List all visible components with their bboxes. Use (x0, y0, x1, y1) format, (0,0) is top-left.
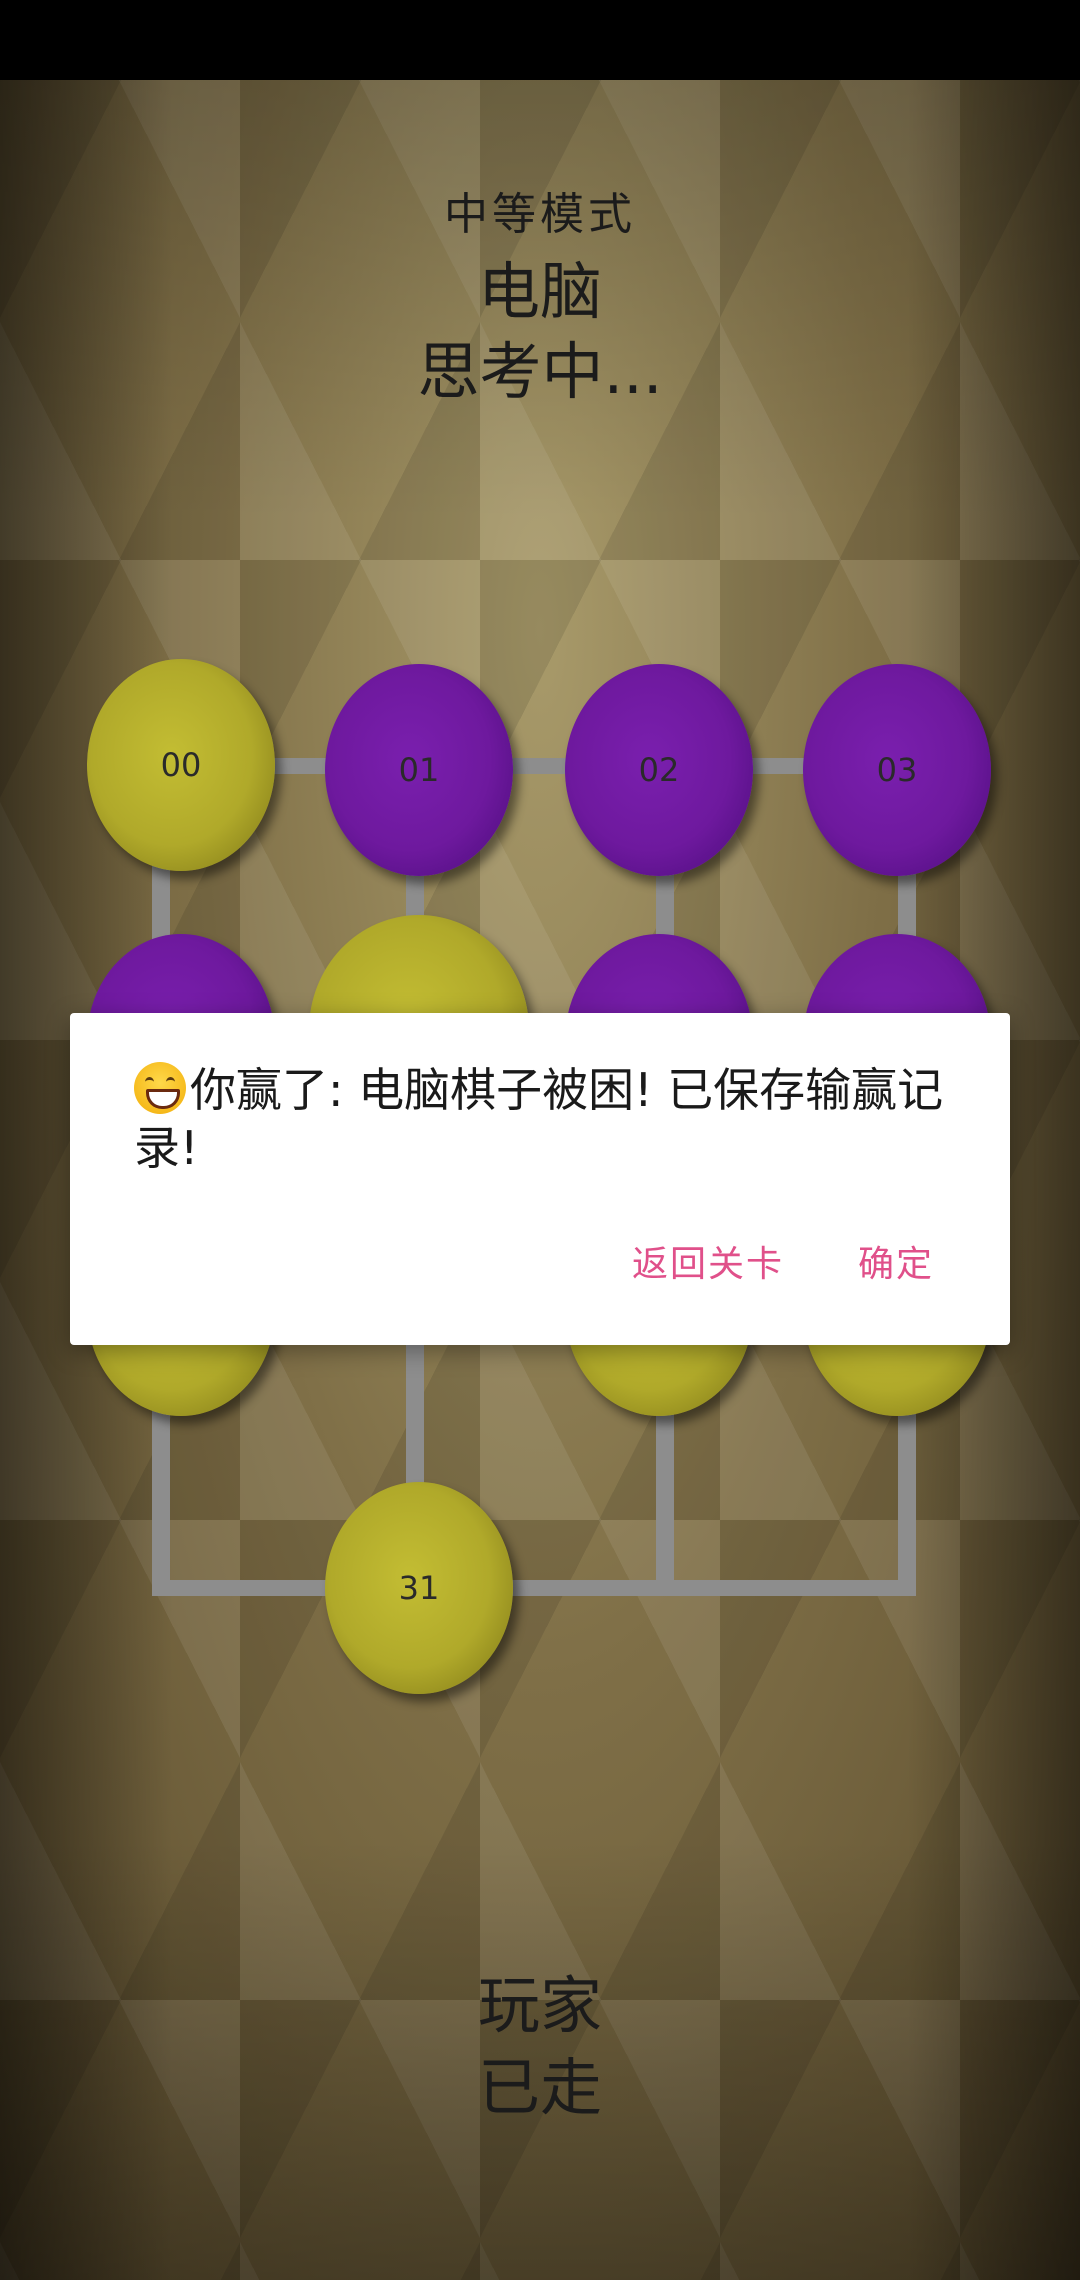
piece-02[interactable]: 02 (565, 664, 753, 876)
ok-button[interactable]: 确定 (858, 1235, 934, 1287)
piece-03[interactable]: 03 (803, 664, 991, 876)
piece-01[interactable]: 01 (325, 664, 513, 876)
back-to-levels-button[interactable]: 返回关卡 (632, 1235, 784, 1287)
mode-label: 中等模式 (444, 189, 636, 240)
piece-label: 01 (398, 751, 440, 789)
player-label: 玩家 (477, 1969, 602, 2042)
piece-31[interactable]: 31 (325, 1482, 513, 1694)
grinning-face-icon (134, 1062, 186, 1114)
result-dialog: 你赢了: 电脑棋子被困! 已保存输赢记录! 返回关卡 确定 (70, 1013, 1010, 1345)
piece-00[interactable]: 00 (87, 659, 275, 871)
status-bar (0, 0, 1080, 80)
dialog-message: 你赢了: 电脑棋子被困! 已保存输赢记录! (134, 1063, 944, 1175)
computer-label: 电脑 (477, 255, 602, 328)
piece-label: 31 (398, 1569, 440, 1607)
dialog-message-row: 你赢了: 电脑棋子被困! 已保存输赢记录! (134, 1061, 984, 1177)
piece-label: 03 (876, 751, 918, 789)
player-status: 已走 (477, 2051, 602, 2124)
piece-label: 02 (638, 751, 680, 789)
piece-label: 00 (160, 746, 202, 784)
board-line (152, 1580, 916, 1596)
computer-status: 思考中... (417, 335, 663, 408)
